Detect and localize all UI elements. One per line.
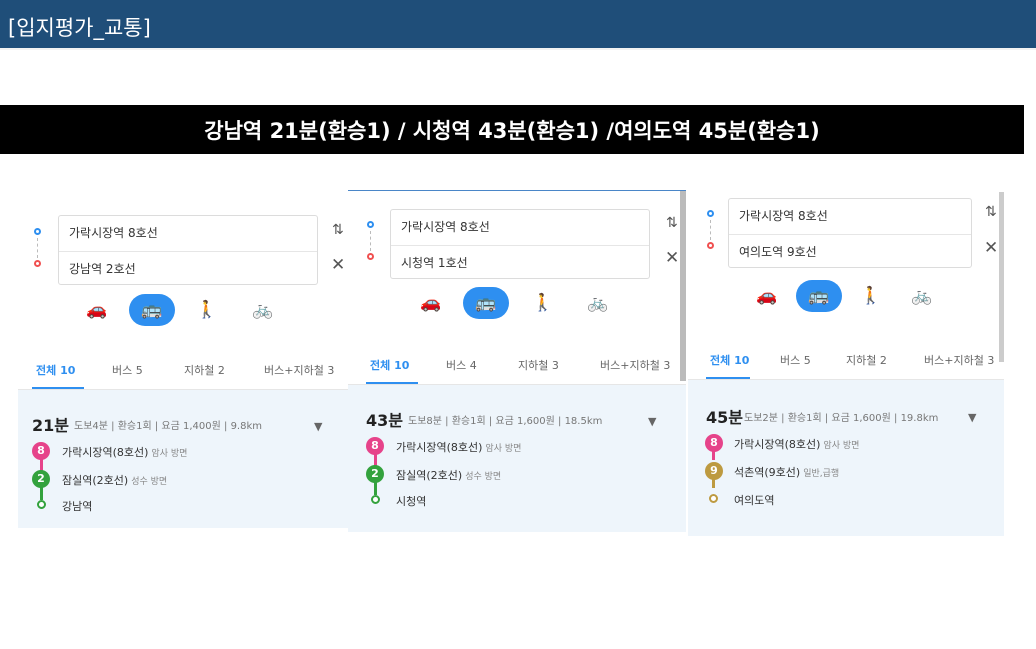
tab-all[interactable]: 전체 10 <box>36 362 75 378</box>
active-tab-indicator <box>706 377 750 379</box>
close-icon[interactable]: ✕ <box>984 238 998 258</box>
active-tab-indicator <box>366 382 418 384</box>
origin-dot-icon <box>367 221 374 228</box>
result-tabs: 전체 10 버스 4 지하철 3 버스+지하철 3 <box>348 343 686 385</box>
boarding-station: 가락시장역(8호선) 암사 방면 <box>62 446 188 459</box>
line-badge-8: 8 <box>32 442 50 460</box>
arrival-station: 강남역 <box>62 500 93 513</box>
route-summary: 도보8분 | 환승1회 | 요금 1,600원 | 18.5km <box>408 416 603 427</box>
swap-icon[interactable]: ⇅ <box>666 215 678 231</box>
tab-all[interactable]: 전체 10 <box>710 352 749 368</box>
swap-icon[interactable]: ⇅ <box>985 204 997 220</box>
tab-bus-subway[interactable]: 버스+지하철 3 <box>600 357 670 373</box>
bike-icon[interactable]: 🚲 <box>899 280 945 312</box>
route-dashed-line <box>370 231 371 251</box>
line2-segment <box>374 481 377 495</box>
end-station-marker <box>709 494 718 503</box>
car-icon[interactable]: 🚗 <box>408 287 454 319</box>
bus-icon[interactable]: 🚌 <box>796 280 842 312</box>
route-search-box: 가락시장역 8호선 시청역 1호선 <box>390 209 650 279</box>
tab-subway[interactable]: 지하철 2 <box>846 352 887 368</box>
chevron-down-icon[interactable]: ▼ <box>968 411 976 424</box>
boarding-station: 가락시장역(8호선) 암사 방면 <box>396 441 522 454</box>
tab-bus[interactable]: 버스 5 <box>112 362 143 378</box>
route-summary: 도보2분 | 환승1회 | 요금 1,600원 | 19.8km <box>744 413 939 424</box>
origin-dot-icon <box>707 210 714 217</box>
route-dashed-line <box>37 238 38 258</box>
walk-icon[interactable]: 🚶 <box>848 280 894 312</box>
destination-input[interactable]: 시청역 1호선 <box>391 245 649 280</box>
route-summary: 도보4분 | 환승1회 | 요금 1,400원 | 9.8km <box>74 421 262 432</box>
bike-icon[interactable]: 🚲 <box>240 294 286 326</box>
line-badge-9: 9 <box>705 462 723 480</box>
scrollbar[interactable] <box>999 192 1004 362</box>
slide-title-bar: [입지평가_교통] <box>0 0 1036 50</box>
car-icon[interactable]: 🚗 <box>744 280 790 312</box>
destination-dot-icon <box>707 242 714 249</box>
transfer-station: 잠실역(2호선) 성수 방면 <box>62 474 168 487</box>
route-dashed-line <box>710 220 711 240</box>
tab-subway[interactable]: 지하철 2 <box>184 362 225 378</box>
tab-all[interactable]: 전체 10 <box>370 357 409 373</box>
arrival-station: 여의도역 <box>734 494 775 507</box>
origin-input[interactable]: 가락시장역 8호선 <box>391 210 649 245</box>
tab-bus-subway[interactable]: 버스+지하철 3 <box>924 352 994 368</box>
bus-icon[interactable]: 🚌 <box>463 287 509 319</box>
end-station-marker <box>371 495 380 504</box>
route-panel-gangnam: 가락시장역 8호선 강남역 2호선 ⇅ ✕ 🚗 🚌 🚶 🚲 전체 10 버스 5… <box>18 200 348 528</box>
route-duration: 43분 <box>366 411 403 430</box>
destination-dot-icon <box>34 260 41 267</box>
transport-mode-bar: 🚗 🚌 🚶 🚲 <box>348 287 686 321</box>
close-icon[interactable]: ✕ <box>665 248 679 268</box>
swap-icon[interactable]: ⇅ <box>332 222 344 238</box>
bike-icon[interactable]: 🚲 <box>575 287 621 319</box>
origin-input[interactable]: 가락시장역 8호선 <box>59 216 317 251</box>
line2-segment <box>40 486 43 500</box>
route-panel-cityhall: 가락시장역 8호선 시청역 1호선 ⇅ ✕ 🚗 🚌 🚶 🚲 전체 10 버스 4… <box>348 190 686 532</box>
tab-bus[interactable]: 버스 4 <box>446 357 477 373</box>
walk-icon[interactable]: 🚶 <box>520 287 566 319</box>
route-duration: 45분 <box>706 408 743 427</box>
line-badge-8: 8 <box>705 434 723 452</box>
origin-dot-icon <box>34 228 41 235</box>
tab-bus-subway[interactable]: 버스+지하철 3 <box>264 362 334 378</box>
line-badge-2: 2 <box>366 465 384 483</box>
end-station-marker <box>37 500 46 509</box>
chevron-down-icon[interactable]: ▼ <box>314 420 322 433</box>
destination-input[interactable]: 강남역 2호선 <box>59 251 317 286</box>
route-result-card[interactable]: 45분 도보2분 | 환승1회 | 요금 1,600원 | 19.8km ▼ 8… <box>688 380 1004 536</box>
arrival-station: 시청역 <box>396 495 427 508</box>
chevron-down-icon[interactable]: ▼ <box>648 415 656 428</box>
slide-title: [입지평가_교통] <box>8 16 151 40</box>
transport-mode-bar: 🚗 🚌 🚶 🚲 <box>688 280 1004 314</box>
transport-mode-bar: 🚗 🚌 🚶 🚲 <box>18 294 348 328</box>
destination-dot-icon <box>367 253 374 260</box>
close-icon[interactable]: ✕ <box>331 255 345 275</box>
origin-input[interactable]: 가락시장역 8호선 <box>729 199 971 234</box>
car-icon[interactable]: 🚗 <box>74 294 120 326</box>
boarding-station: 가락시장역(8호선) 암사 방면 <box>734 438 860 451</box>
line-badge-2: 2 <box>32 470 50 488</box>
summary-headline: 강남역 21분(환승1) / 시청역 43분(환승1) /여의도역 45분(환승… <box>0 105 1024 154</box>
active-tab-indicator <box>32 387 84 389</box>
route-result-card[interactable]: 43분 도보8분 | 환승1회 | 요금 1,600원 | 18.5km ▼ 8… <box>348 385 686 532</box>
route-search-box: 가락시장역 8호선 여의도역 9호선 <box>728 198 972 268</box>
result-tabs: 전체 10 버스 5 지하철 2 버스+지하철 3 <box>18 348 348 390</box>
tab-bus[interactable]: 버스 5 <box>780 352 811 368</box>
route-search-box: 가락시장역 8호선 강남역 2호선 <box>58 215 318 285</box>
route-panel-yeouido: 가락시장역 8호선 여의도역 9호선 ⇅ ✕ 🚗 🚌 🚶 🚲 전체 10 버스 … <box>688 182 1004 536</box>
route-duration: 21분 <box>32 416 69 435</box>
result-tabs: 전체 10 버스 5 지하철 2 버스+지하철 3 <box>688 338 1004 380</box>
route-result-card[interactable]: 21분 도보4분 | 환승1회 | 요금 1,400원 | 9.8km ▼ 8 … <box>18 390 348 528</box>
destination-input[interactable]: 여의도역 9호선 <box>729 234 971 269</box>
transfer-station: 잠실역(2호선) 성수 방면 <box>396 469 502 482</box>
tab-subway[interactable]: 지하철 3 <box>518 357 559 373</box>
walk-icon[interactable]: 🚶 <box>184 294 230 326</box>
transfer-station: 석촌역(9호선) 일반,급행 <box>734 466 840 479</box>
line-badge-8: 8 <box>366 437 384 455</box>
bus-icon[interactable]: 🚌 <box>129 294 175 326</box>
